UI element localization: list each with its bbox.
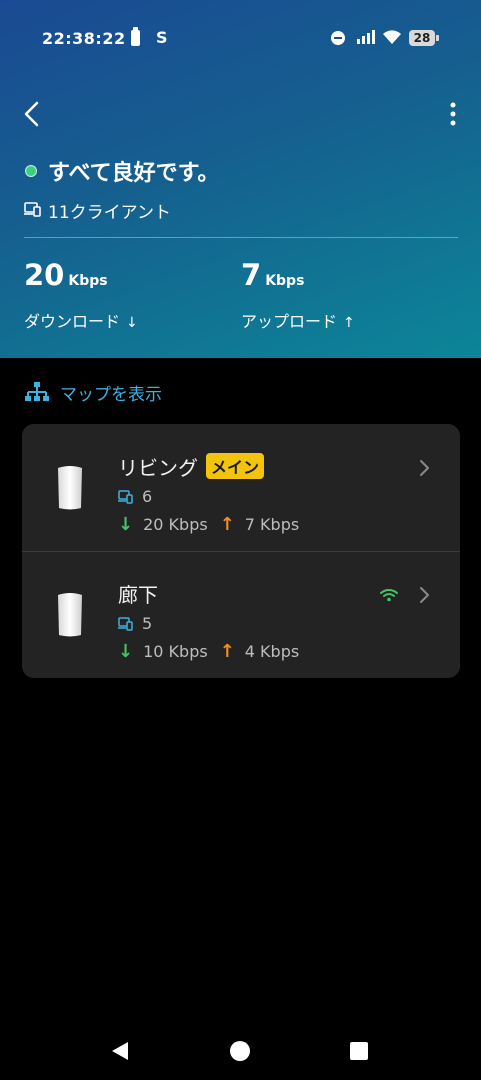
download-speed-value: 20 (24, 258, 65, 292)
router-icon (58, 593, 82, 637)
download-arrow-icon: ↓ (126, 315, 138, 331)
clients-icon (118, 616, 133, 631)
device-upload-speed: 7 Kbps (244, 515, 300, 534)
nav-home-icon[interactable] (230, 1041, 250, 1061)
show-map-link[interactable]: マップを表示 (24, 378, 162, 406)
device-clients-count: 5 (142, 614, 153, 633)
wifi-signal-icon (380, 589, 398, 602)
chevron-right-icon (420, 460, 429, 476)
chevron-right-icon (420, 587, 429, 603)
network-status-title: すべて良好です。 (48, 161, 220, 186)
devices-card: リビング メイン 6 ↓ 20 Kbps ↑ 7 Kbps 廊下 5 ↓ 10 … (22, 424, 460, 678)
router-icon (58, 466, 82, 510)
battery-saver-icon (131, 27, 140, 46)
download-speed: 20 Kbps (24, 258, 108, 292)
device-row-living[interactable]: リビング メイン 6 ↓ 20 Kbps ↑ 7 Kbps (22, 424, 460, 552)
device-download-speed: 20 Kbps (143, 515, 208, 534)
device-speeds: ↓ 20 Kbps ↑ 7 Kbps (118, 514, 299, 535)
wifi-status-icon (383, 30, 401, 44)
more-options-icon[interactable] (444, 100, 462, 128)
status-bar: 22:38:22 S 28 (0, 0, 481, 78)
upload-arrow-icon: ↑ (343, 315, 355, 331)
upload-speed: 7 Kbps (241, 258, 304, 292)
network-map-icon (25, 382, 49, 401)
upload-speed-unit: Kbps (265, 273, 305, 289)
nav-recents-icon[interactable] (350, 1042, 368, 1060)
device-name-text: 廊下 (118, 583, 158, 607)
device-clients-count: 6 (142, 487, 153, 506)
upload-label: アップロード ↑ (241, 308, 355, 332)
download-arrow-icon: ↓ (118, 641, 134, 662)
device-name: リビング メイン (118, 452, 265, 481)
device-clients: 5 (118, 614, 152, 633)
upload-speed-value: 7 (241, 258, 262, 292)
clients-icon (24, 202, 41, 217)
status-time: 22:38:22 (42, 29, 126, 48)
header-divider (24, 237, 458, 238)
system-navigation-bar (0, 1020, 481, 1080)
device-upload-speed: 4 Kbps (244, 642, 300, 661)
clients-count[interactable]: 11クライアント (48, 198, 171, 223)
nav-back-icon[interactable] (110, 1041, 130, 1061)
clients-icon (118, 489, 133, 504)
device-name: 廊下 (118, 579, 158, 608)
download-speed-unit: Kbps (68, 273, 108, 289)
device-clients: 6 (118, 487, 152, 506)
app-notification-icon: S (156, 28, 168, 47)
download-label: ダウンロード ↓ (24, 308, 138, 332)
show-map-label: マップを表示 (60, 384, 162, 405)
signal-icon (357, 30, 375, 44)
device-speeds: ↓ 10 Kbps ↑ 4 Kbps (118, 641, 299, 662)
status-ok-dot (25, 165, 37, 177)
do-not-disturb-icon (331, 31, 345, 45)
battery-icon: 28 (409, 30, 439, 46)
main-badge: メイン (206, 453, 265, 479)
header-panel: 22:38:22 S 28 すべて良好です。 11クライアント 20Kbps (0, 0, 481, 358)
device-name-text: リビング (118, 456, 198, 480)
upload-arrow-icon: ↑ (219, 514, 235, 535)
upload-arrow-icon: ↑ (219, 641, 235, 662)
device-download-speed: 10 Kbps (143, 642, 208, 661)
download-arrow-icon: ↓ (118, 514, 134, 535)
upload-label-text: アップロード (241, 312, 338, 331)
device-row-hallway[interactable]: 廊下 5 ↓ 10 Kbps ↑ 4 Kbps (22, 551, 460, 678)
download-label-text: ダウンロード (24, 312, 121, 331)
back-arrow-icon[interactable] (20, 100, 44, 128)
